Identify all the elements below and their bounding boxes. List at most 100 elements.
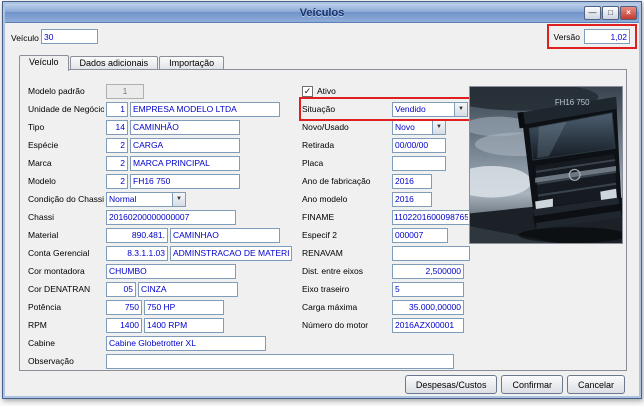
placa-input[interactable]	[392, 155, 446, 171]
situacao-value: Vendido	[395, 103, 426, 114]
dist-entre-eixos-input[interactable]	[392, 263, 464, 279]
finame-input[interactable]	[392, 209, 470, 225]
observacao-label: Observação	[28, 356, 74, 366]
ativo-checkbox[interactable]: ✓	[302, 85, 313, 97]
placa-label: Placa	[302, 158, 324, 168]
numero-motor-label: Número do motor	[302, 320, 369, 330]
situacao-label: Situação	[302, 104, 336, 114]
marca-code-input[interactable]	[106, 155, 128, 171]
window-title: Veículos	[299, 7, 345, 19]
modelo-desc-input[interactable]	[130, 173, 240, 189]
especif2-input[interactable]	[392, 227, 448, 243]
tab-content-panel: Modelo padrão Unidade de Negócio Tipo Es…	[19, 69, 627, 371]
cor-denatran-label: Cor DENATRAN	[28, 284, 91, 294]
eixo-traseiro-label: Eixo traseiro	[302, 284, 350, 294]
modelo-padrao-label: Modelo padrão	[28, 86, 85, 96]
ano-fabricacao-label: Ano de fabricação	[302, 176, 371, 186]
ano-modelo-label: Ano modelo	[302, 194, 348, 204]
retirada-label: Retirada	[302, 140, 335, 150]
observacao-input[interactable]	[106, 353, 454, 369]
ano-fabricacao-input[interactable]	[392, 173, 432, 189]
potencia-label: Potência	[28, 302, 62, 312]
novo-usado-value: Novo	[395, 121, 415, 132]
chevron-down-icon[interactable]: ▼	[172, 192, 185, 206]
confirmar-button[interactable]: Confirmar	[501, 375, 563, 394]
footer-button-bar: Despesas/Custos Confirmar Cancelar	[404, 375, 625, 394]
cor-montadora-input[interactable]	[106, 263, 236, 279]
field-observacao: Observação	[28, 352, 474, 370]
situacao-select[interactable]: Vendido ▼	[392, 101, 468, 117]
minimize-button[interactable]: —	[584, 6, 601, 20]
tipo-desc-input[interactable]	[130, 119, 240, 135]
especie-label: Espécie	[28, 140, 59, 150]
rpm-label: RPM	[28, 320, 47, 330]
ano-modelo-input[interactable]	[392, 191, 432, 207]
cor-denatran-desc-input[interactable]	[138, 281, 238, 297]
rpm-desc-input[interactable]	[144, 317, 224, 333]
eixo-traseiro-input[interactable]	[392, 281, 464, 297]
modelo-code-input[interactable]	[106, 173, 128, 189]
material-desc-input[interactable]	[170, 227, 280, 243]
retirada-input[interactable]	[392, 137, 446, 153]
field-finame: FINAME	[302, 208, 478, 226]
vehicle-photo: FH16 750	[469, 86, 623, 244]
truck-model-badge: FH16 750	[555, 98, 590, 107]
tab-bar: Veículo Dados adicionais Importação	[19, 55, 225, 71]
carga-maxima-label: Carga máxima	[302, 302, 358, 312]
field-numero-motor: Número do motor	[302, 316, 478, 334]
carga-maxima-input[interactable]	[392, 299, 464, 315]
ativo-label: Ativo	[317, 86, 336, 96]
veiculo-header-label: Veículo	[11, 33, 39, 43]
especie-desc-input[interactable]	[130, 137, 240, 153]
field-ano-modelo: Ano modelo	[302, 190, 478, 208]
field-ativo: ✓ Ativo	[302, 82, 478, 100]
modelo-padrao-input	[106, 83, 144, 99]
chevron-down-icon[interactable]: ▼	[432, 120, 445, 134]
especie-code-input[interactable]	[106, 137, 128, 153]
unidade-negocio-label: Unidade de Negócio	[28, 104, 104, 114]
field-situacao: Situação Vendido ▼	[299, 97, 481, 121]
condicao-chassi-value: Normal	[109, 193, 137, 204]
versao-input[interactable]	[584, 29, 630, 44]
field-renavam: RENAVAM	[302, 244, 478, 262]
cor-montadora-label: Cor montadora	[28, 266, 85, 276]
unidade-negocio-desc-input[interactable]	[130, 101, 280, 117]
rpm-code-input[interactable]	[106, 317, 142, 333]
close-button[interactable]: ×	[620, 6, 637, 20]
versao-label: Versão	[553, 31, 580, 42]
truck-illustration: FH16 750	[470, 87, 622, 243]
cancelar-button[interactable]: Cancelar	[566, 375, 625, 394]
renavam-input[interactable]	[392, 245, 470, 261]
marca-desc-input[interactable]	[130, 155, 240, 171]
tab-dados-adicionais[interactable]: Dados adicionais	[69, 56, 159, 70]
marca-label: Marca	[28, 158, 52, 168]
conta-gerencial-code-input[interactable]	[106, 245, 168, 261]
dist-entre-eixos-label: Dist. entre eixos	[302, 266, 363, 276]
novo-usado-select[interactable]: Novo ▼	[392, 119, 446, 135]
veiculo-number-input[interactable]	[41, 29, 98, 44]
numero-motor-input[interactable]	[392, 317, 464, 333]
chassi-input[interactable]	[106, 209, 236, 225]
maximize-button[interactable]: □	[602, 6, 619, 20]
condicao-chassi-label: Condição do Chassi	[28, 194, 104, 204]
potencia-code-input[interactable]	[106, 299, 142, 315]
field-especif2: Especif 2	[302, 226, 478, 244]
despesas-custos-button[interactable]: Despesas/Custos	[404, 375, 498, 394]
cabine-input[interactable]	[106, 335, 266, 351]
potencia-desc-input[interactable]	[144, 299, 224, 315]
tab-importacao[interactable]: Importação	[159, 56, 225, 70]
field-dist-entre-eixos: Dist. entre eixos	[302, 262, 478, 280]
condicao-chassi-select[interactable]: Normal ▼	[106, 191, 186, 207]
tab-veiculo[interactable]: Veículo	[19, 55, 69, 71]
material-code-input[interactable]	[106, 227, 168, 243]
field-eixo-traseiro: Eixo traseiro	[302, 280, 478, 298]
unidade-negocio-code-input[interactable]	[106, 101, 128, 117]
chevron-down-icon[interactable]: ▼	[454, 102, 467, 116]
novo-usado-label: Novo/Usado	[302, 122, 349, 132]
tipo-code-input[interactable]	[106, 119, 128, 135]
titlebar[interactable]: Veículos — □ ×	[5, 4, 639, 23]
conta-gerencial-desc-input[interactable]	[170, 245, 292, 261]
field-placa: Placa	[302, 154, 478, 172]
cor-denatran-code-input[interactable]	[106, 281, 136, 297]
field-novo-usado: Novo/Usado Novo ▼	[302, 118, 478, 136]
